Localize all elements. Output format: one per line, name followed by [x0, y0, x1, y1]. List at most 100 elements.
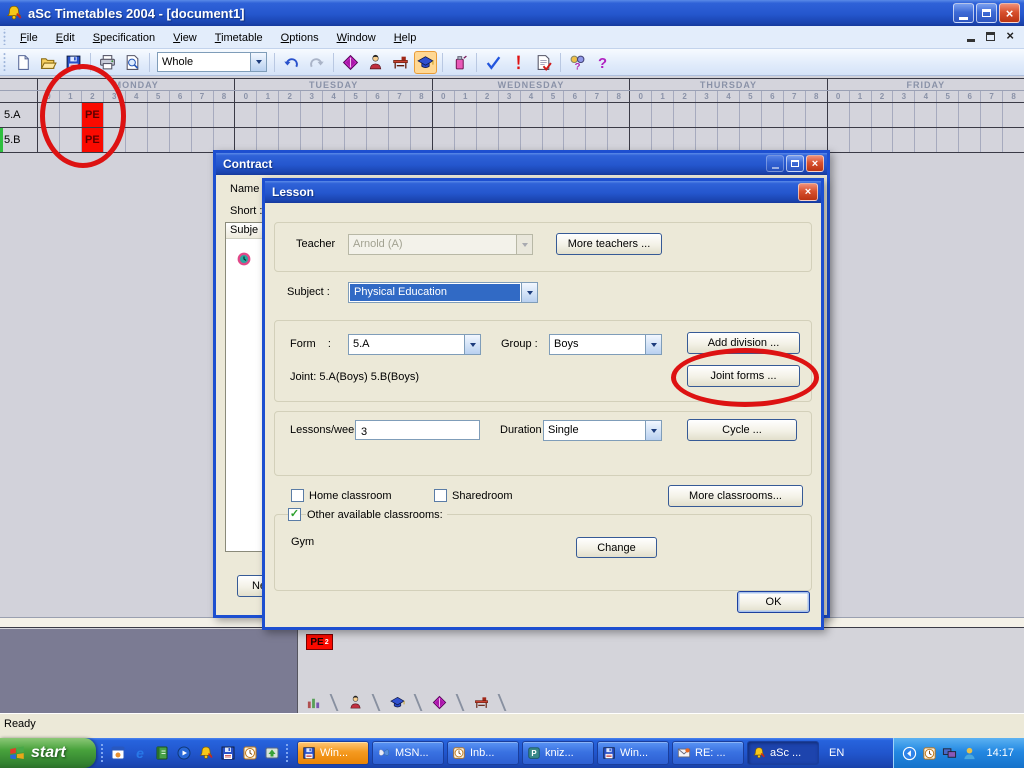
timetable-cell[interactable]: [214, 103, 235, 127]
task-button[interactable]: Win...: [597, 741, 669, 765]
timetable-cell[interactable]: [850, 103, 872, 127]
mdi-minimize-button[interactable]: [967, 39, 975, 42]
timetable-cell[interactable]: [235, 128, 257, 152]
view-combo-arrow-icon[interactable]: [250, 53, 266, 71]
conflicts-exclamation-icon[interactable]: [507, 51, 530, 74]
timetable-cell[interactable]: [696, 103, 718, 127]
quicklaunch-show-desktop-icon[interactable]: [262, 744, 281, 763]
timetable-cell[interactable]: [38, 128, 60, 152]
timetable-cell[interactable]: [301, 128, 323, 152]
restore-button[interactable]: [976, 3, 997, 23]
mdi-close-button[interactable]: ×: [1006, 30, 1014, 42]
timetable-cell[interactable]: [872, 103, 894, 127]
print-icon[interactable]: [96, 51, 119, 74]
lesson-dialog-titlebar[interactable]: Lesson ×: [265, 181, 821, 203]
timetable-cell[interactable]: [323, 128, 345, 152]
timetable-cell[interactable]: [389, 128, 411, 152]
menu-specification[interactable]: Specification: [84, 29, 164, 47]
print-preview-icon[interactable]: [121, 51, 144, 74]
timetable-cell[interactable]: [192, 128, 214, 152]
quicklaunch-media-player-icon[interactable]: [174, 744, 193, 763]
timetable-cell[interactable]: [630, 128, 652, 152]
form-combo-arrow-icon[interactable]: [464, 335, 480, 354]
timetable-cell[interactable]: [367, 103, 389, 127]
other-classrooms-checkbox[interactable]: ✓: [288, 508, 301, 521]
language-indicator[interactable]: EN: [829, 747, 844, 759]
timetable-cell[interactable]: [608, 103, 629, 127]
generator-icon[interactable]: [448, 51, 471, 74]
group-combobox[interactable]: Boys: [549, 334, 662, 355]
timetable-cell[interactable]: [937, 103, 959, 127]
timetable-cell[interactable]: [148, 128, 170, 152]
task-button[interactable]: Pkniz...: [522, 741, 594, 765]
teachers-icon[interactable]: [364, 51, 387, 74]
timetable-cell[interactable]: [981, 128, 1003, 152]
bottom-tab-stats-chart-icon[interactable]: [300, 695, 326, 711]
timetable-cell[interactable]: [455, 103, 477, 127]
subject-combo-arrow-icon[interactable]: [521, 283, 537, 302]
quicklaunch-address-book-icon[interactable]: [152, 744, 171, 763]
timetable-cell[interactable]: [696, 128, 718, 152]
timetable-cell[interactable]: [345, 103, 367, 127]
group-combo-arrow-icon[interactable]: [645, 335, 661, 354]
timetable-cell[interactable]: [345, 128, 367, 152]
minimize-button[interactable]: [953, 3, 974, 23]
view-selector-combobox[interactable]: Whole: [157, 52, 267, 72]
quicklaunch-clock-icon[interactable]: [240, 744, 259, 763]
summary-report-icon[interactable]: [532, 51, 555, 74]
tray-collapse-chevron-icon[interactable]: [902, 746, 917, 761]
timetable-cell[interactable]: [433, 103, 455, 127]
lesson-card[interactable]: PE: [82, 103, 104, 127]
class-label[interactable]: 5.B: [0, 128, 38, 152]
timetable-cell[interactable]: [674, 103, 696, 127]
timetable-cell[interactable]: [893, 103, 915, 127]
timetable-cell[interactable]: [411, 128, 432, 152]
help-icon[interactable]: ?: [591, 51, 614, 74]
change-button[interactable]: Change: [576, 537, 657, 558]
form-combobox[interactable]: 5.A: [348, 334, 481, 355]
quicklaunch-app-window-icon[interactable]: [108, 744, 127, 763]
timetable-cell[interactable]: [433, 128, 455, 152]
timetable-cell[interactable]: [674, 128, 696, 152]
more-teachers-button[interactable]: More teachers ...: [556, 233, 662, 255]
timetable-cell[interactable]: [1003, 128, 1024, 152]
classrooms-desk-icon[interactable]: [389, 51, 412, 74]
timetable-cell[interactable]: [586, 103, 608, 127]
timetable-cell[interactable]: [60, 103, 82, 127]
timetable-cell[interactable]: [828, 128, 850, 152]
timetable-cell[interactable]: [718, 103, 740, 127]
cycle-button[interactable]: Cycle ...: [687, 419, 797, 441]
redo-icon[interactable]: [305, 51, 328, 74]
timetable-cell[interactable]: [543, 128, 565, 152]
timetable-cell[interactable]: [543, 103, 565, 127]
timetable-cell[interactable]: [60, 128, 82, 152]
task-button[interactable]: RE: ...: [672, 741, 744, 765]
timetable-cell[interactable]: [170, 128, 192, 152]
menu-file[interactable]: File: [11, 29, 47, 47]
bottom-tab-teachers-icon[interactable]: [342, 695, 368, 711]
timetable-cell[interactable]: [828, 103, 850, 127]
bottom-tab-subjects-book-icon[interactable]: [426, 695, 452, 711]
timetable-cell[interactable]: [1003, 103, 1024, 127]
menu-options[interactable]: Options: [272, 29, 328, 47]
timetable-cell[interactable]: [893, 128, 915, 152]
timetable-cell[interactable]: [257, 128, 279, 152]
bottom-tab-classes-cap-icon[interactable]: [384, 695, 410, 711]
timetable-cell[interactable]: [806, 128, 827, 152]
ok-button[interactable]: OK: [737, 591, 810, 613]
timetable-cell[interactable]: [499, 103, 521, 127]
timetable-cell[interactable]: [586, 128, 608, 152]
timetable-cell[interactable]: [718, 128, 740, 152]
timetable-cell[interactable]: [564, 103, 586, 127]
timetable-cell[interactable]: [740, 103, 762, 127]
timetable-cell[interactable]: [104, 103, 126, 127]
menu-edit[interactable]: Edit: [47, 29, 84, 47]
timetable-cell[interactable]: [499, 128, 521, 152]
lesson-card[interactable]: PE: [82, 128, 104, 152]
lesson-close-button[interactable]: ×: [798, 183, 818, 201]
menu-view[interactable]: View: [164, 29, 206, 47]
sharedroom-checkbox[interactable]: [434, 489, 447, 502]
timetable-cell[interactable]: [564, 128, 586, 152]
timetable-cell[interactable]: [104, 128, 126, 152]
save-icon[interactable]: [62, 51, 85, 74]
